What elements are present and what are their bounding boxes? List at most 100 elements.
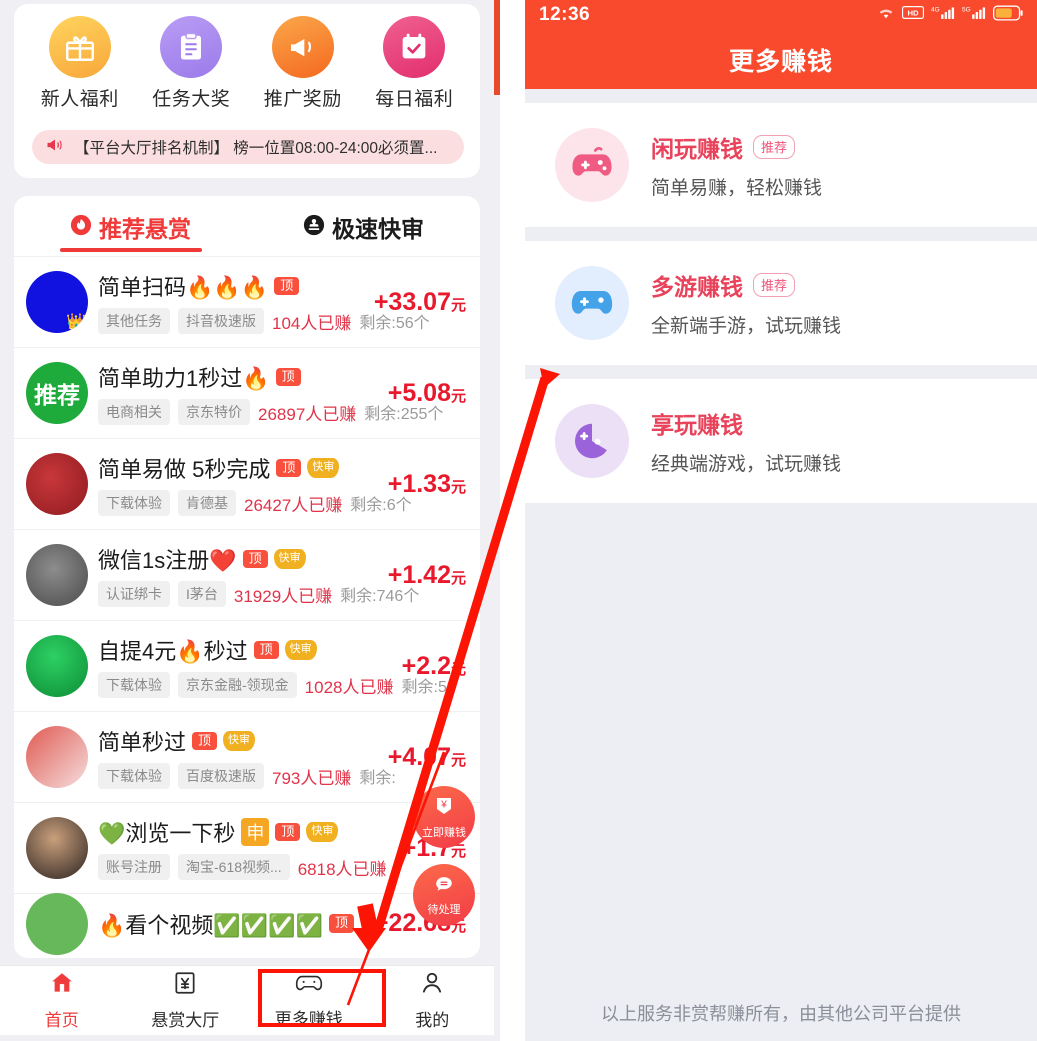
clipboard-icon bbox=[160, 16, 223, 78]
table-row[interactable]: 简单秒过 顶 快审 下载体验 百度极速版 793人已赚 剩余: +4.07元 bbox=[14, 711, 480, 802]
earn-now-label: 立即赚钱 bbox=[422, 827, 466, 839]
signal-5g-icon: 5G bbox=[962, 5, 986, 25]
left-scroll-area[interactable]: 新人福利 任务大奖 推广奖励 每日福利 【平台大厅排名机制】 榜一位置08:00… bbox=[0, 0, 494, 965]
task-chip: 电商相关 bbox=[98, 399, 170, 425]
svg-text:HD: HD bbox=[907, 9, 919, 18]
list-item[interactable]: 闲玩赚钱 推荐 简单易赚，轻松赚钱 bbox=[525, 103, 1037, 227]
tab-label: 极速快审 bbox=[332, 216, 424, 242]
list-item[interactable]: 享玩赚钱 经典端游戏，试玩赚钱 bbox=[525, 379, 1037, 503]
status-badge: 顶 bbox=[275, 367, 301, 387]
task-title: 自提4元🔥秒过 bbox=[98, 639, 248, 664]
nav-item-more-earn[interactable]: 更多赚钱 bbox=[247, 966, 371, 1035]
table-row[interactable]: 💚浏览一下秒 申 顶 快审 账号注册 淘宝-618视频... 6818人已赚 +… bbox=[14, 802, 480, 893]
service-title: 享玩赚钱 bbox=[651, 412, 743, 438]
status-badge: 顶 bbox=[253, 640, 279, 660]
service-title: 多游赚钱 bbox=[651, 274, 743, 300]
app-bar: 更多赚钱 bbox=[525, 30, 1037, 89]
tab-recommended[interactable]: 推荐悬赏 bbox=[14, 210, 247, 256]
status-badge: 顶 bbox=[192, 731, 218, 751]
task-price-value: +1.33 bbox=[387, 469, 451, 498]
calendar-check-icon bbox=[383, 16, 446, 78]
earn-now-fab[interactable]: ¥ 立即赚钱 bbox=[413, 786, 475, 848]
task-price-unit: 元 bbox=[450, 569, 466, 587]
task-chip: 百度极速版 bbox=[178, 763, 264, 789]
table-row[interactable]: 👑 简单扫码🔥🔥🔥 顶 其他任务 抖音极速版 104人已赚 剩余:56个 +33… bbox=[14, 256, 480, 347]
task-price-unit: 元 bbox=[450, 660, 466, 678]
task-price: +5.08元 bbox=[388, 379, 466, 408]
list-item[interactable]: 多游赚钱 推荐 全新端手游，试玩赚钱 bbox=[525, 241, 1037, 365]
task-earned-count: 26427人已赚 bbox=[244, 495, 343, 515]
quick-entry-0[interactable]: 新人福利 bbox=[26, 16, 134, 111]
left-phone-screen: 新人福利 任务大奖 推广奖励 每日福利 【平台大厅排名机制】 榜一位置08:00… bbox=[0, 0, 500, 1041]
task-chip: 淘宝-618视频... bbox=[178, 854, 290, 880]
avatar bbox=[26, 544, 88, 606]
status-badge: 顶 bbox=[242, 549, 268, 569]
task-price: +1.33元 bbox=[388, 470, 466, 499]
task-earned-count: 104人已赚 bbox=[272, 313, 352, 333]
screenshot-root: 新人福利 任务大奖 推广奖励 每日福利 【平台大厅排名机制】 榜一位置08:00… bbox=[0, 0, 1037, 1041]
task-price-unit: 元 bbox=[450, 751, 466, 769]
service-title: 闲玩赚钱 bbox=[651, 136, 743, 162]
service-desc: 全新端手游，试玩赚钱 bbox=[651, 316, 842, 337]
task-earned-count: 6818人已赚 bbox=[297, 859, 387, 879]
task-title: 简单易做 5秒完成 bbox=[98, 457, 271, 482]
signal-4g-icon: 4G bbox=[931, 5, 955, 25]
table-row[interactable]: 微信1s注册❤️ 顶 快审 认证绑卡 I茅台 31929人已赚 剩余:746个 … bbox=[14, 529, 480, 620]
quick-entry-label: 推广奖励 bbox=[263, 89, 342, 110]
tab-label: 推荐悬赏 bbox=[99, 216, 191, 242]
quick-entry-3[interactable]: 每日福利 bbox=[360, 16, 468, 111]
task-price-value: +2.2 bbox=[401, 651, 451, 680]
tab-fast-review[interactable]: 极速快审 bbox=[247, 210, 480, 256]
megaphone-icon bbox=[271, 16, 334, 78]
table-row[interactable]: 自提4元🔥秒过 顶 快审 下载体验 京东金融-领现金 1028人已赚 剩余:59… bbox=[14, 620, 480, 711]
crown-icon: 👑 bbox=[66, 314, 86, 331]
nav-item-home[interactable]: 首页 bbox=[0, 966, 124, 1035]
speaker-icon bbox=[44, 135, 66, 160]
task-price: +33.07元 bbox=[374, 288, 466, 317]
message-icon bbox=[432, 873, 456, 900]
task-earned-count: 793人已赚 bbox=[272, 768, 352, 788]
quick-entry-label: 任务大奖 bbox=[152, 89, 231, 110]
task-title: 微信1s注册❤️ bbox=[98, 548, 237, 573]
table-row[interactable]: 推荐 简单助力1秒过🔥 顶 电商相关 京东特价 26897人已赚 剩余:255个 bbox=[14, 347, 480, 438]
status-bar: 12:36 HD 4G 5G bbox=[525, 0, 1037, 30]
fast-review-badge: 快审 bbox=[223, 730, 256, 752]
gamepad-blue-icon bbox=[555, 266, 629, 340]
task-chip: 抖音极速版 bbox=[178, 308, 264, 334]
status-badge: 顶 bbox=[274, 276, 300, 296]
svg-text:5G: 5G bbox=[962, 7, 971, 14]
task-chip: 京东金融-领现金 bbox=[178, 672, 297, 698]
avatar bbox=[26, 453, 88, 515]
nav-item-hall[interactable]: 悬赏大厅 bbox=[124, 966, 248, 1035]
person-icon bbox=[419, 970, 445, 1001]
fast-review-badge: 快审 bbox=[307, 457, 340, 479]
task-chip: 账号注册 bbox=[98, 854, 170, 880]
hd-icon: HD bbox=[901, 6, 925, 24]
nav-item-mine[interactable]: 我的 bbox=[371, 966, 495, 1035]
gamepad-pink-icon bbox=[555, 128, 629, 202]
quick-entry-row: 新人福利 任务大奖 推广奖励 每日福利 bbox=[14, 4, 480, 111]
task-chip: 下载体验 bbox=[98, 490, 170, 516]
status-icons: HD 4G 5G bbox=[877, 4, 1023, 26]
quick-entry-1[interactable]: 任务大奖 bbox=[137, 16, 245, 111]
table-row[interactable]: 🔥看个视频✅✅✅✅ 顶 +22.68元 bbox=[14, 892, 480, 955]
battery-icon bbox=[992, 4, 1023, 26]
recommend-tag: 推荐 bbox=[753, 273, 796, 297]
fast-review-badge: 快审 bbox=[306, 821, 339, 843]
avatar bbox=[26, 635, 88, 697]
nav-label: 首页 bbox=[44, 1011, 79, 1030]
task-title: 简单秒过 bbox=[98, 730, 187, 755]
quick-entry-2[interactable]: 推广奖励 bbox=[249, 16, 357, 111]
pending-fab[interactable]: 待处理 bbox=[413, 864, 475, 926]
status-time: 12:36 bbox=[539, 4, 591, 25]
nav-label: 我的 bbox=[415, 1011, 450, 1030]
table-row[interactable]: 简单易做 5秒完成 顶 快审 下载体验 肯德基 26427人已赚 剩余:6个 +… bbox=[14, 438, 480, 529]
gamepad-icon bbox=[294, 971, 324, 1000]
footer-text: 以上服务非赏帮赚所有，由其他公司平台提供 bbox=[601, 1004, 961, 1024]
task-chip: 下载体验 bbox=[98, 672, 170, 698]
bottom-nav: 首页 悬赏大厅 更多赚钱 我的 bbox=[0, 965, 494, 1035]
avatar: 推荐 bbox=[26, 362, 88, 424]
task-title: 🔥看个视频✅✅✅✅ bbox=[98, 912, 323, 938]
nav-label: 悬赏大厅 bbox=[151, 1011, 220, 1030]
notice-banner[interactable]: 【平台大厅排名机制】 榜一位置08:00-24:00必须置... bbox=[32, 130, 464, 164]
